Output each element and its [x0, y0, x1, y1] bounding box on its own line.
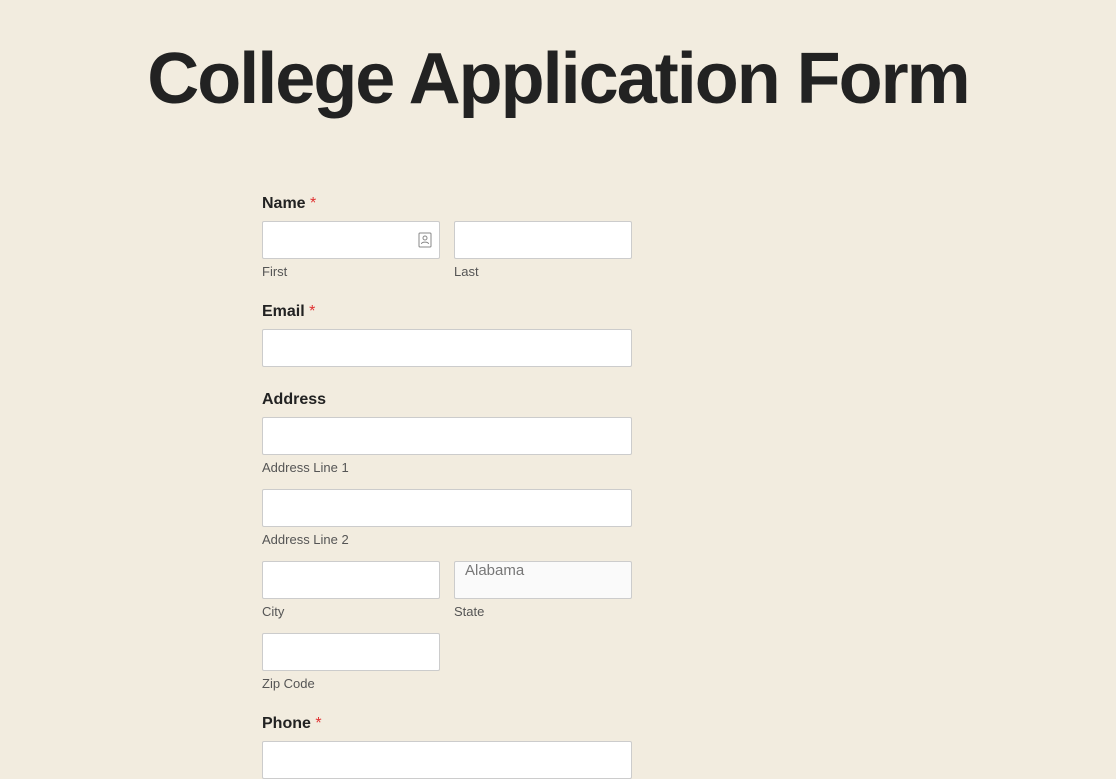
address-line1-input[interactable] — [262, 417, 632, 455]
last-name-input[interactable] — [454, 221, 632, 259]
address-line1-sublabel: Address Line 1 — [262, 460, 632, 475]
phone-label: Phone * — [262, 715, 632, 733]
name-label-text: Name — [262, 195, 306, 212]
last-name-sublabel: Last — [454, 264, 632, 279]
first-name-input[interactable] — [262, 221, 440, 259]
city-sublabel: City — [262, 604, 440, 619]
address-line2-input[interactable] — [262, 489, 632, 527]
email-label: Email * — [262, 303, 632, 321]
state-select[interactable]: Alabama — [454, 561, 632, 599]
zip-input[interactable] — [262, 633, 440, 671]
email-label-text: Email — [262, 303, 305, 320]
email-field-group: Email * — [262, 303, 632, 367]
first-name-sublabel: First — [262, 264, 440, 279]
zip-sublabel: Zip Code — [262, 676, 440, 691]
phone-label-text: Phone — [262, 715, 311, 732]
address-field-group: Address Address Line 1 Address Line 2 Ci… — [262, 391, 632, 691]
email-required-asterisk: * — [309, 303, 315, 320]
application-form: Name * First Las — [262, 140, 632, 779]
email-input[interactable] — [262, 329, 632, 367]
phone-required-asterisk: * — [315, 715, 321, 732]
phone-field-group: Phone * — [262, 715, 632, 779]
name-field-group: Name * First Las — [262, 195, 632, 279]
name-label: Name * — [262, 195, 632, 213]
name-required-asterisk: * — [310, 195, 316, 212]
address-label-text: Address — [262, 391, 326, 408]
city-input[interactable] — [262, 561, 440, 599]
page-title: College Application Form — [0, 0, 1116, 140]
state-sublabel: State — [454, 604, 632, 619]
address-label: Address — [262, 391, 632, 409]
state-selected-value: Alabama — [465, 562, 524, 579]
phone-input[interactable] — [262, 741, 632, 779]
address-line2-sublabel: Address Line 2 — [262, 532, 632, 547]
